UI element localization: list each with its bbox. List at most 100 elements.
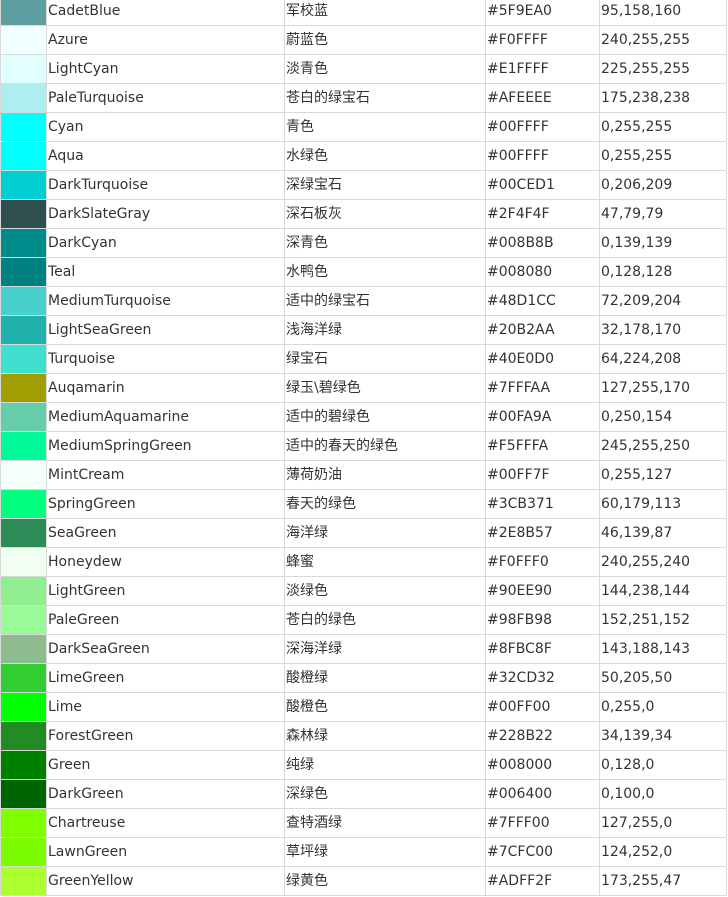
color-chinese-name: 蔚蓝色 bbox=[284, 25, 486, 55]
color-row: Auqamarin 绿玉\碧绿色 #7FFFAA 127,255,170 bbox=[0, 373, 727, 403]
color-row: Honeydew 蜂蜜 #F0FFF0 240,255,240 bbox=[0, 547, 727, 577]
color-name: Green bbox=[46, 750, 285, 780]
color-hex: #00FF7F bbox=[485, 460, 600, 490]
color-swatch bbox=[0, 721, 47, 751]
color-hex: #F0FFFF bbox=[485, 25, 600, 55]
color-row: LimeGreen 酸橙绿 #32CD32 50,205,50 bbox=[0, 663, 727, 693]
color-swatch bbox=[0, 489, 47, 519]
color-hex: #008B8B bbox=[485, 228, 600, 258]
color-name: DarkGreen bbox=[46, 779, 285, 809]
color-swatch bbox=[0, 141, 47, 171]
color-row: Chartreuse 查特酒绿 #7FFF00 127,255,0 bbox=[0, 808, 727, 838]
color-swatch bbox=[0, 0, 47, 26]
color-rgb: 0,255,0 bbox=[599, 692, 727, 722]
color-swatch bbox=[0, 344, 47, 374]
color-swatch bbox=[0, 54, 47, 84]
color-row: GreenYellow 绿黄色 #ADFF2F 173,255,47 bbox=[0, 866, 727, 896]
color-chinese-name: 查特酒绿 bbox=[284, 808, 486, 838]
color-name: Turquoise bbox=[46, 344, 285, 374]
color-chinese-name: 酸橙色 bbox=[284, 692, 486, 722]
color-hex: #90EE90 bbox=[485, 576, 600, 606]
color-rgb: 175,238,238 bbox=[599, 83, 727, 113]
color-name: DarkCyan bbox=[46, 228, 285, 258]
color-chinese-name: 深石板灰 bbox=[284, 199, 486, 229]
color-name: MediumAquamarine bbox=[46, 402, 285, 432]
color-row: DarkCyan 深青色 #008B8B 0,139,139 bbox=[0, 228, 727, 258]
color-chinese-name: 深绿宝石 bbox=[284, 170, 486, 200]
color-hex: #7CFC00 bbox=[485, 837, 600, 867]
color-name: GreenYellow bbox=[46, 866, 285, 896]
color-chinese-name: 纯绿 bbox=[284, 750, 486, 780]
color-name: LightGreen bbox=[46, 576, 285, 606]
color-swatch bbox=[0, 25, 47, 55]
color-rgb: 225,255,255 bbox=[599, 54, 727, 84]
color-rows: CadetBlue 军校蓝 #5F9EA0 95,158,160 Azure 蔚蓝色 #F0… bbox=[0, 0, 727, 896]
color-row: Cyan 青色 #00FFFF 0,255,255 bbox=[0, 112, 727, 142]
color-chinese-name: 海洋绿 bbox=[284, 518, 486, 548]
color-swatch bbox=[0, 605, 47, 635]
color-name: DarkTurquoise bbox=[46, 170, 285, 200]
color-rgb: 0,255,255 bbox=[599, 112, 727, 142]
color-swatch bbox=[0, 170, 47, 200]
color-name: Cyan bbox=[46, 112, 285, 142]
color-swatch bbox=[0, 692, 47, 722]
color-swatch bbox=[0, 808, 47, 838]
color-hex: #7FFF00 bbox=[485, 808, 600, 838]
color-name: PaleTurquoise bbox=[46, 83, 285, 113]
color-rgb: 152,251,152 bbox=[599, 605, 727, 635]
color-swatch bbox=[0, 750, 47, 780]
color-name: Chartreuse bbox=[46, 808, 285, 838]
color-hex: #98FB98 bbox=[485, 605, 600, 635]
color-chinese-name: 酸橙绿 bbox=[284, 663, 486, 693]
color-name: SeaGreen bbox=[46, 518, 285, 548]
color-hex: #F5FFFA bbox=[485, 431, 600, 461]
color-rgb: 47,79,79 bbox=[599, 199, 727, 229]
color-rgb: 240,255,255 bbox=[599, 25, 727, 55]
color-rgb: 0,100,0 bbox=[599, 779, 727, 809]
color-hex: #ADFF2F bbox=[485, 866, 600, 896]
color-name: PaleGreen bbox=[46, 605, 285, 635]
color-chinese-name: 深青色 bbox=[284, 228, 486, 258]
color-row: Azure 蔚蓝色 #F0FFFF 240,255,255 bbox=[0, 25, 727, 55]
color-rgb: 0,139,139 bbox=[599, 228, 727, 258]
color-hex: #008080 bbox=[485, 257, 600, 287]
color-row: DarkTurquoise 深绿宝石 #00CED1 0,206,209 bbox=[0, 170, 727, 200]
color-swatch bbox=[0, 228, 47, 258]
color-hex: #5F9EA0 bbox=[485, 0, 600, 26]
color-rgb: 143,188,143 bbox=[599, 634, 727, 664]
color-name: Honeydew bbox=[46, 547, 285, 577]
color-chinese-name: 青色 bbox=[284, 112, 486, 142]
color-hex: #00FA9A bbox=[485, 402, 600, 432]
color-hex: #20B2AA bbox=[485, 315, 600, 345]
color-name: DarkSeaGreen bbox=[46, 634, 285, 664]
color-swatch bbox=[0, 257, 47, 287]
color-row: MintCream 薄荷奶油 #00FF7F 0,255,127 bbox=[0, 460, 727, 490]
color-hex: #008000 bbox=[485, 750, 600, 780]
color-table: CadetBlue 军校蓝 #5F9EA0 95,158,160 Azure 蔚蓝色 #F0… bbox=[0, 0, 727, 896]
color-row: Green 纯绿 #008000 0,128,0 bbox=[0, 750, 727, 780]
color-row: Aqua 水绿色 #00FFFF 0,255,255 bbox=[0, 141, 727, 171]
color-rgb: 0,128,128 bbox=[599, 257, 727, 287]
color-row: Turquoise 绿宝石 #40E0D0 64,224,208 bbox=[0, 344, 727, 374]
color-hex: #00FFFF bbox=[485, 141, 600, 171]
color-chinese-name: 淡绿色 bbox=[284, 576, 486, 606]
color-chinese-name: 森林绿 bbox=[284, 721, 486, 751]
color-hex: #228B22 bbox=[485, 721, 600, 751]
color-hex: #48D1CC bbox=[485, 286, 600, 316]
color-rgb: 0,206,209 bbox=[599, 170, 727, 200]
color-rgb: 72,209,204 bbox=[599, 286, 727, 316]
color-swatch bbox=[0, 402, 47, 432]
color-rgb: 245,255,250 bbox=[599, 431, 727, 461]
color-swatch bbox=[0, 112, 47, 142]
color-swatch bbox=[0, 866, 47, 896]
color-row: SpringGreen 春天的绿色 #3CB371 60,179,113 bbox=[0, 489, 727, 519]
color-hex: #AFEEEE bbox=[485, 83, 600, 113]
color-chinese-name: 苍白的绿宝石 bbox=[284, 83, 486, 113]
color-name: MediumTurquoise bbox=[46, 286, 285, 316]
color-chinese-name: 适中的绿宝石 bbox=[284, 286, 486, 316]
color-rgb: 50,205,50 bbox=[599, 663, 727, 693]
color-swatch bbox=[0, 199, 47, 229]
color-swatch bbox=[0, 634, 47, 664]
color-swatch bbox=[0, 460, 47, 490]
color-hex: #E1FFFF bbox=[485, 54, 600, 84]
